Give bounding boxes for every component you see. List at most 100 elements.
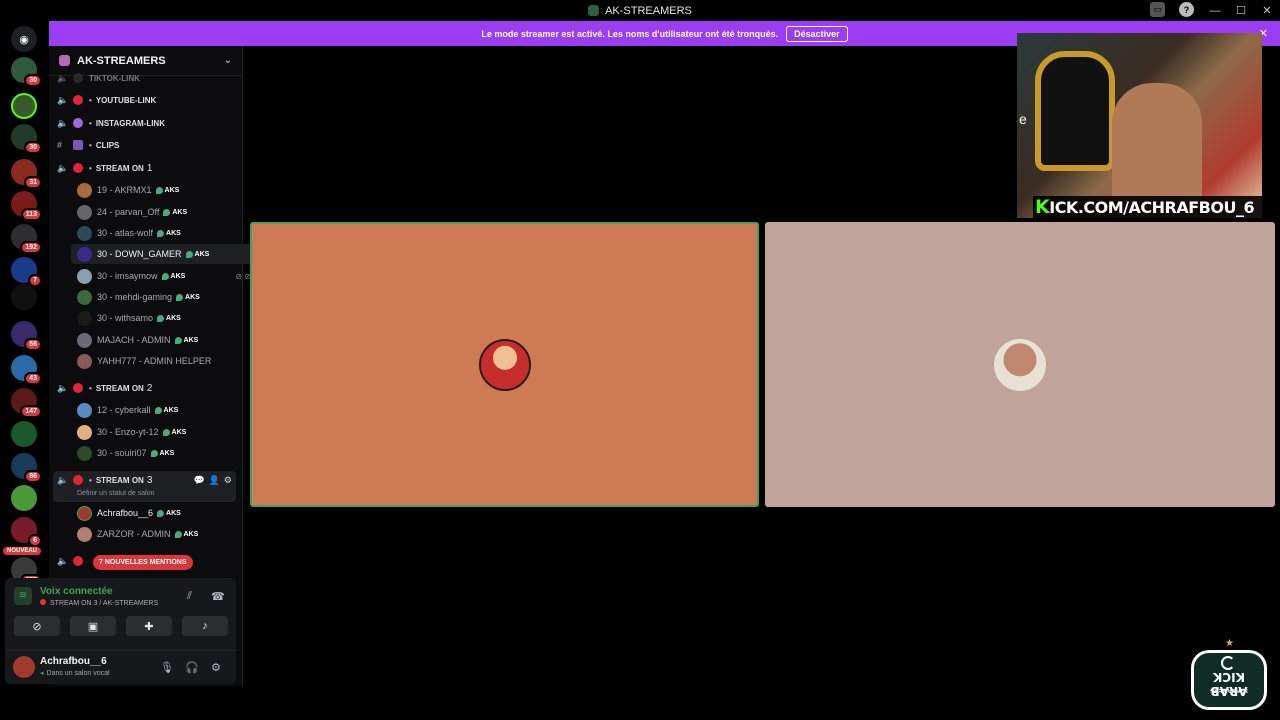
guild-icon[interactable]: 147 <box>11 388 42 418</box>
guild-icon[interactable]: 192 <box>11 224 42 254</box>
voice-member[interactable]: ZARZOR - ADMIN AKS <box>77 524 255 544</box>
avatar <box>77 353 92 369</box>
avatar <box>77 445 92 461</box>
camera-off-button[interactable]: ⊘ <box>14 616 60 636</box>
logo-line2: STREAMERS <box>1210 687 1248 693</box>
channel-stream-on-2[interactable]: 🔈 • STREAM ON 2 <box>57 379 152 397</box>
channel-stream-on-3[interactable]: 🔈 • STREAM ON 3 Définir un statut de salon… <box>53 471 236 502</box>
voice-connected-label[interactable]: Voix connectée <box>40 586 113 597</box>
voice-member[interactable]: 30 - withsamo AKS <box>77 308 255 328</box>
guild-icon[interactable] <box>11 93 37 119</box>
webcam-edge-glyph: e <box>1019 111 1027 127</box>
maximize-button[interactable]: ☐ <box>1228 4 1254 17</box>
avatar[interactable] <box>13 656 35 678</box>
channel-status-prompt[interactable]: Définir un statut de salon <box>77 490 154 497</box>
avatar <box>77 526 92 542</box>
banner-message: Le mode streamer est activé. Les noms d'… <box>481 28 779 39</box>
voice-tile-speaking[interactable] <box>250 222 759 507</box>
voice-channel-path: STREAM ON 3 / AK-STREAMERS <box>40 599 158 607</box>
channel-instagram[interactable]: 🔈 • INSTAGRAM-LINK <box>57 114 165 132</box>
signal-icon[interactable]: ≋ <box>14 587 32 605</box>
speaker-icon: 🔈 <box>57 72 69 83</box>
avatar <box>77 424 92 440</box>
minimize-button[interactable]: — <box>1202 5 1228 17</box>
invite-icon[interactable]: 👤 <box>209 475 220 486</box>
guild-icon[interactable]: 56 <box>11 321 42 351</box>
user-name[interactable]: Achrafbou__6 <box>40 656 107 667</box>
voice-member[interactable]: 30 - atlas-wolf AKS <box>77 223 255 243</box>
settings-icon[interactable]: ⚙ <box>224 475 232 486</box>
inbox-icon[interactable]: ▭ <box>1150 2 1165 17</box>
hashtag-icon: # <box>57 140 63 150</box>
guild-icon[interactable]: 113 <box>11 191 42 221</box>
guild-icon[interactable]: 31 <box>11 159 42 189</box>
voice-member[interactable]: 30 - souiri07 AKS <box>77 443 255 463</box>
window-title: AK-STREAMERS <box>605 4 692 17</box>
noise-suppression-icon[interactable]: ⫽ <box>187 590 192 603</box>
activities-button[interactable]: ✚ <box>126 616 172 636</box>
live-dot-icon <box>73 163 83 173</box>
chevron-down-icon: ⌄ <box>223 55 232 66</box>
crescent-icon <box>1221 656 1235 670</box>
youtube-icon <box>73 95 83 105</box>
voice-member[interactable]: 30 - mehdi-gaming AKS <box>77 287 255 307</box>
kick-url-overlay: K ICK.COM/ACHRAFBOU_6 <box>1033 196 1262 218</box>
gaming-chair <box>1035 51 1115 171</box>
title-bar: AK-STREAMERS ▭ ? — ☐ ✕ <box>0 0 1280 21</box>
sidebar-divider <box>242 46 243 686</box>
live-dot-icon <box>73 556 83 566</box>
channel-dot-icon <box>73 73 83 83</box>
voice-member[interactable]: 12 - cyberkall AKS <box>77 400 255 420</box>
channel-youtube[interactable]: 🔈 • YOUTUBE-LINK <box>57 91 156 109</box>
guild-icon[interactable]: 43 <box>11 355 42 385</box>
muted-deafened-icon: ⊘ ⊘ <box>235 271 251 281</box>
star-icon: ★ <box>1225 638 1234 649</box>
disconnect-icon[interactable]: ☎ <box>211 590 225 603</box>
gear-icon[interactable]: ⚙ <box>211 661 221 674</box>
guild-icon[interactable]: 30 <box>11 124 42 154</box>
chat-icon[interactable]: 💬 <box>193 475 204 486</box>
new-badge: NOUVEAU <box>3 547 42 555</box>
avatar <box>77 310 92 326</box>
app-logo-icon <box>588 5 600 16</box>
voice-member[interactable]: 30 - imsaymow AKS ⊘ ⊘ <box>77 266 255 286</box>
avatar <box>77 332 92 348</box>
voice-member[interactable]: Achrafbou__6 AKS <box>77 503 255 523</box>
live-dot-icon <box>73 475 83 485</box>
soundboard-button[interactable]: ♪ <box>182 616 228 636</box>
channel-next[interactable]: 🔈 <box>57 552 89 570</box>
guild-icon[interactable]: 86 <box>11 453 42 483</box>
voice-tile[interactable] <box>765 222 1275 507</box>
microphone-icon[interactable]: 🎙 <box>160 661 174 674</box>
participant-avatar <box>478 338 531 391</box>
disable-streamer-mode-button[interactable]: Désactiver <box>786 25 848 42</box>
voice-member[interactable]: 24 - parvan_Off AKS <box>77 202 255 222</box>
speaker-icon: 🔈 <box>57 474 69 485</box>
new-mentions-pill[interactable]: 7 NOUVELLES MENTIONS <box>93 555 193 570</box>
close-window-button[interactable]: ✕ <box>1254 4 1280 17</box>
voice-member[interactable]: MAJACH - ADMIN AKS <box>77 330 255 350</box>
speaker-icon: 🔈 <box>57 162 69 173</box>
guild-icon[interactable] <box>11 284 37 310</box>
headphones-icon[interactable]: 🎧 <box>185 661 199 674</box>
speaker-icon: 🔈 <box>57 555 69 566</box>
help-icon[interactable]: ? <box>1179 2 1194 17</box>
voice-member[interactable]: YAHH777 - ADMIN HELPER <box>77 351 255 371</box>
voice-member[interactable]: 30 - DOWN_GAMER AKS <box>71 244 257 264</box>
instagram-icon <box>73 118 83 128</box>
guild-icon[interactable]: 7 <box>11 257 42 287</box>
channel-clips[interactable]: # • CLIPS <box>57 136 119 154</box>
guild-icon[interactable]: 6 <box>11 517 42 547</box>
guild-icon[interactable]: 30 <box>11 57 42 87</box>
guild-icon[interactable] <box>11 421 37 447</box>
discord-home-icon[interactable]: ◉ <box>11 26 37 52</box>
voice-member[interactable]: 19 - AKRMX1 AKS <box>77 180 255 200</box>
voice-member[interactable]: 30 - Enzo-yt-12 AKS <box>77 422 255 442</box>
avatar <box>77 268 92 284</box>
channel-stream-on-1[interactable]: 🔈 • STREAM ON 1 <box>57 159 152 177</box>
voice-panel: ≋ Voix connectée STREAM ON 3 / AK-STREAM… <box>5 578 236 684</box>
screen-share-button[interactable]: ▣ <box>70 616 116 636</box>
avatar <box>77 289 92 305</box>
guild-icon[interactable] <box>11 485 37 511</box>
channel-tiktok[interactable]: 🔈 TIKTOK-LINK <box>57 69 140 87</box>
